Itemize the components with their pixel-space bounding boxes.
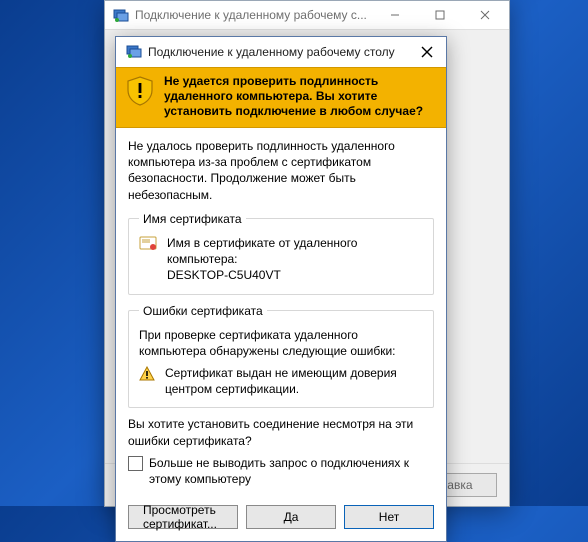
dialog-titlebar: Подключение к удаленному рабочему столу: [116, 37, 446, 67]
shield-warning-icon: [126, 76, 154, 109]
dialog-body: Не удалось проверить подлинность удаленн…: [116, 128, 446, 499]
dont-ask-label: Больше не выводить запрос о подключениях…: [149, 455, 434, 487]
warning-text: Не удается проверить подлинность удаленн…: [164, 74, 436, 119]
titlebar: Подключение к удаленному рабочему с...: [105, 1, 509, 29]
dialog-close-button[interactable]: [414, 39, 440, 65]
warning-triangle-icon: [139, 366, 155, 386]
dialog-title: Подключение к удаленному рабочему столу: [148, 45, 414, 59]
view-certificate-button[interactable]: Просмотреть сертификат...: [128, 505, 238, 529]
certificate-name-group: Имя сертификата Имя в сертификате от уда…: [128, 211, 434, 295]
maximize-button[interactable]: [417, 1, 462, 29]
certificate-dialog: Подключение к удаленному рабочему столу …: [115, 36, 447, 542]
outer-body: Подключение к удаленному рабочему столу …: [105, 29, 509, 463]
certificate-errors-intro: При проверке сертификата удаленного комп…: [139, 327, 423, 359]
yes-button[interactable]: Да: [246, 505, 336, 529]
close-button[interactable]: [462, 1, 507, 29]
dont-ask-row: Больше не выводить запрос о подключениях…: [128, 455, 434, 487]
dialog-buttons: Просмотреть сертификат... Да Нет: [116, 499, 446, 541]
certificate-name-legend: Имя сертификата: [139, 211, 246, 227]
rdc-app-icon: [126, 43, 142, 62]
rdc-window: Подключение к удаленному рабочему с... П…: [104, 0, 510, 507]
certificate-name-label: Имя в сертификате от удаленного компьюте…: [167, 235, 423, 267]
minimize-button[interactable]: [372, 1, 417, 29]
certificate-icon: [139, 236, 157, 256]
certificate-error-item: Сертификат выдан не имеющим доверия цент…: [165, 365, 423, 397]
no-button[interactable]: Нет: [344, 505, 434, 529]
explanation-text: Не удалось проверить подлинность удаленн…: [128, 138, 434, 203]
certificate-errors-legend: Ошибки сертификата: [139, 303, 267, 319]
window-title: Подключение к удаленному рабочему с...: [135, 8, 372, 22]
certificate-name-value: DESKTOP-C5U40VT: [167, 267, 423, 283]
rdc-app-icon: [113, 7, 129, 23]
warning-banner: Не удается проверить подлинность удаленн…: [116, 67, 446, 128]
certificate-errors-group: Ошибки сертификата При проверке сертифик…: [128, 303, 434, 409]
dont-ask-checkbox[interactable]: [128, 456, 143, 471]
connect-question: Вы хотите установить соединение несмотря…: [128, 416, 434, 448]
